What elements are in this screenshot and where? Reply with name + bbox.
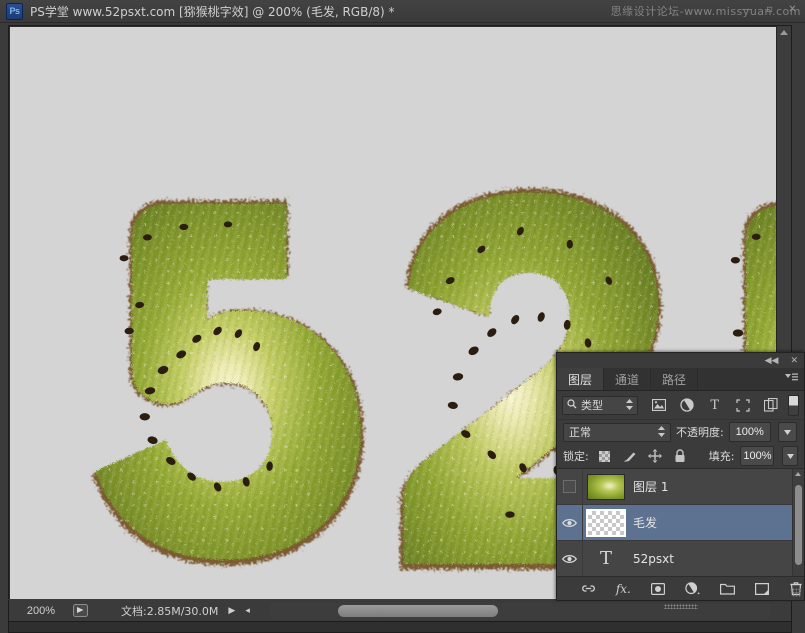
collapse-panel-icon[interactable]: ◀◀	[765, 356, 779, 366]
layer-filter-row: 类型	[557, 391, 804, 420]
document-size-info: 文档:2.85M/30.0M	[121, 603, 218, 619]
filter-type-icons: T	[651, 398, 778, 413]
layer-list-scroll-up-icon[interactable]	[795, 472, 801, 476]
layer-thumbnail[interactable]	[587, 474, 625, 500]
eye-icon[interactable]	[562, 517, 577, 528]
layer-visibility-cell[interactable]	[557, 505, 583, 540]
layer-thumbnail-cell[interactable]: T	[583, 546, 629, 572]
tab-paths[interactable]: 路径	[651, 368, 698, 390]
close-panel-icon[interactable]: ✕	[790, 356, 798, 366]
filter-kind-select[interactable]: 类型	[562, 396, 638, 415]
maximize-button[interactable]: ▫	[763, 3, 776, 15]
tab-layers[interactable]: 图层	[557, 368, 604, 390]
table-row[interactable]: 毛发	[557, 505, 804, 541]
link-layers-icon[interactable]	[581, 581, 597, 597]
layer-thumbnail[interactable]	[587, 510, 625, 536]
tab-channels[interactable]: 通道	[604, 368, 651, 390]
layer-thumbnail-cell[interactable]	[583, 510, 629, 536]
layer-visibility-cell[interactable]	[557, 541, 583, 576]
fill-slider-dropdown[interactable]	[782, 446, 798, 466]
filter-enable-toggle[interactable]	[788, 395, 799, 416]
panel-menu-icon[interactable]	[785, 372, 798, 385]
panel-tabs: 图层 通道 路径	[557, 368, 804, 391]
lock-all-icon[interactable]	[673, 449, 687, 463]
photoshop-logo-icon: Ps	[6, 3, 23, 20]
adjustment-layer-icon[interactable]	[685, 581, 701, 597]
layer-mask-icon[interactable]	[650, 581, 666, 597]
panel-title-bar: ◀◀ ✕	[557, 353, 804, 368]
window-title: PS学堂 www.52psxt.com [猕猴桃字效] @ 200% (毛发, …	[30, 3, 395, 20]
photoshop-window: Ps PS学堂 www.52psxt.com [猕猴桃字效] @ 200% (毛…	[0, 0, 805, 633]
scroll-up-arrow-icon[interactable]	[780, 30, 788, 35]
layers-panel-footer: fx.	[557, 576, 804, 600]
layers-panel: ◀◀ ✕ 图层 通道 路径	[556, 352, 805, 601]
blend-mode-value: 正常	[569, 424, 658, 440]
opacity-slider-dropdown[interactable]	[778, 422, 797, 442]
table-row[interactable]: 图层 1	[557, 469, 804, 505]
opacity-label: 不透明度:	[676, 424, 724, 440]
lock-label: 锁定:	[563, 448, 589, 464]
fill-input[interactable]: 100%	[740, 446, 774, 466]
layer-visibility-cell[interactable]	[557, 469, 583, 504]
blend-mode-select[interactable]: 正常	[563, 423, 671, 442]
layer-name[interactable]: 毛发	[629, 514, 804, 531]
eye-icon[interactable]	[562, 553, 577, 564]
table-row[interactable]: T 52psxt	[557, 541, 804, 577]
horizontal-scroll-thumb[interactable]	[338, 605, 498, 617]
layer-list-scroll-thumb[interactable]	[795, 485, 802, 565]
lock-image-pixels-icon[interactable]	[623, 449, 637, 463]
window-bottom-bar	[8, 622, 792, 633]
layer-thumbnail-cell[interactable]	[583, 474, 629, 500]
minimize-button[interactable]: —	[740, 3, 753, 15]
lock-position-icon[interactable]	[648, 449, 662, 463]
close-button[interactable]: ✕	[786, 3, 799, 15]
opacity-input[interactable]: 100%	[729, 422, 771, 442]
layer-name[interactable]: 52psxt	[629, 552, 804, 566]
layer-list[interactable]: 图层 1 毛发	[557, 469, 804, 583]
text-layer-thumbnail[interactable]: T	[587, 546, 625, 572]
shape-filter-icon[interactable]	[735, 398, 750, 413]
eye-off-icon[interactable]	[563, 480, 576, 493]
status-sub-arrow-icon[interactable]: ◂	[245, 606, 250, 616]
zoom-level-field[interactable]: 200%	[13, 603, 69, 619]
blend-mode-stepper-icon[interactable]	[658, 426, 665, 438]
new-group-icon[interactable]	[719, 581, 735, 597]
lock-row: 锁定:	[557, 444, 804, 469]
window-controls[interactable]: — ▫ ✕	[740, 3, 799, 15]
smart-object-filter-icon[interactable]	[763, 398, 778, 413]
new-layer-icon[interactable]	[754, 581, 770, 597]
layer-style-fx-icon[interactable]: fx.	[616, 581, 632, 597]
pixel-filter-icon[interactable]	[651, 398, 666, 413]
fill-label: 填充:	[709, 448, 735, 464]
layer-list-scrollbar[interactable]	[792, 469, 804, 583]
panel-resize-grip[interactable]	[792, 588, 801, 597]
blend-mode-row: 正常 不透明度: 100%	[557, 420, 804, 444]
type-filter-icon[interactable]: T	[707, 398, 722, 413]
status-expand-arrow-icon[interactable]: ▶	[228, 606, 235, 616]
filter-kind-stepper-icon[interactable]	[626, 399, 633, 411]
search-icon	[567, 399, 577, 412]
lock-transparent-pixels-icon[interactable]	[598, 449, 612, 463]
lock-icons	[598, 449, 687, 463]
filter-kind-label: 类型	[581, 397, 622, 413]
panel-drag-handle[interactable]	[664, 604, 698, 609]
layer-name[interactable]: 图层 1	[629, 478, 804, 495]
document-thumbnail-icon[interactable]	[71, 603, 89, 619]
adjustment-filter-icon[interactable]	[679, 398, 694, 413]
title-bar: Ps PS学堂 www.52psxt.com [猕猴桃字效] @ 200% (毛…	[0, 0, 805, 23]
